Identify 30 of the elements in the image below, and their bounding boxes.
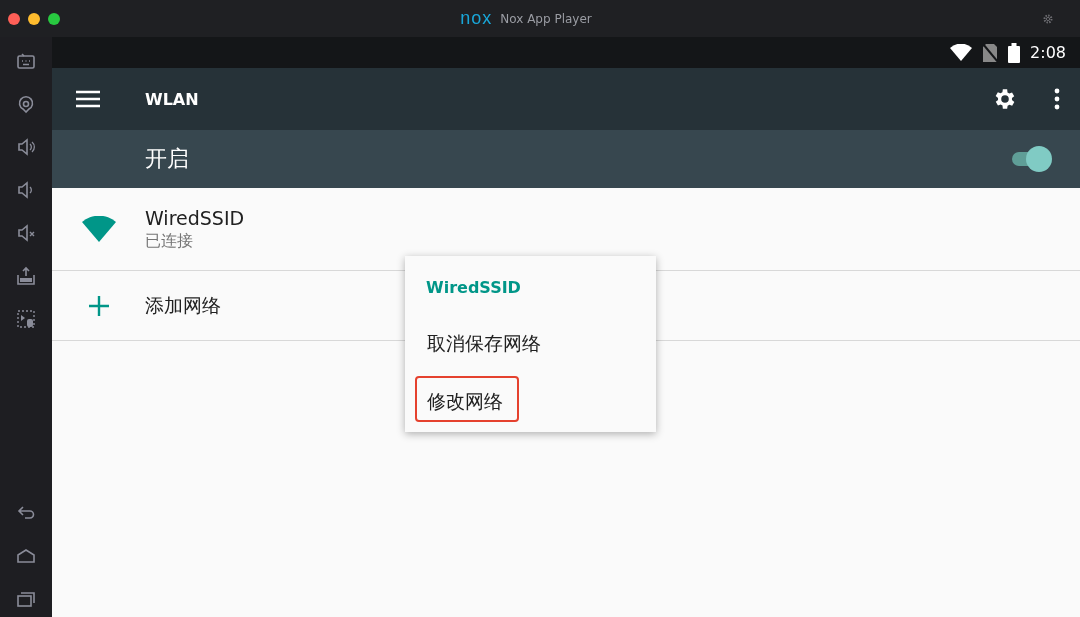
- macro-icon[interactable]: [16, 309, 36, 329]
- network-name[interactable]: 添加网络: [145, 292, 221, 319]
- toolbar-title: WLAN: [145, 89, 200, 109]
- window-title: Nox App Player: [500, 11, 592, 26]
- menu-icon[interactable]: [76, 90, 100, 108]
- wlan-toggle[interactable]: [1010, 145, 1052, 173]
- wifi-signal-icon: [950, 43, 973, 62]
- status-time: 2:08: [1030, 43, 1066, 62]
- network-status: 已连接: [145, 230, 194, 252]
- apk-install-icon[interactable]: [16, 266, 36, 286]
- wifi-icon: [81, 216, 116, 242]
- location-icon[interactable]: [16, 94, 36, 114]
- keyboard-icon[interactable]: [16, 51, 36, 71]
- volume-up-icon[interactable]: [16, 137, 36, 157]
- menu-item[interactable]: 修改网络: [415, 376, 519, 422]
- recent-apps-icon[interactable]: [16, 589, 36, 609]
- network-name[interactable]: WiredSSID: [145, 206, 245, 229]
- no-sim-icon: [982, 42, 999, 63]
- home-icon[interactable]: [16, 546, 36, 566]
- more-options-icon[interactable]: [1054, 88, 1060, 110]
- menu-item[interactable]: 取消保存网络: [415, 318, 553, 364]
- plus-icon: [88, 295, 109, 316]
- minimize-window-button[interactable]: [28, 12, 40, 25]
- maximize-window-button[interactable]: [48, 12, 60, 25]
- mute-icon[interactable]: [16, 223, 36, 243]
- app-logo: nox: [460, 8, 493, 29]
- switch-label: 开启: [145, 145, 189, 173]
- close-window-button[interactable]: [8, 12, 20, 25]
- battery-icon: [1008, 42, 1021, 63]
- menu-title: WiredSSID: [425, 277, 522, 299]
